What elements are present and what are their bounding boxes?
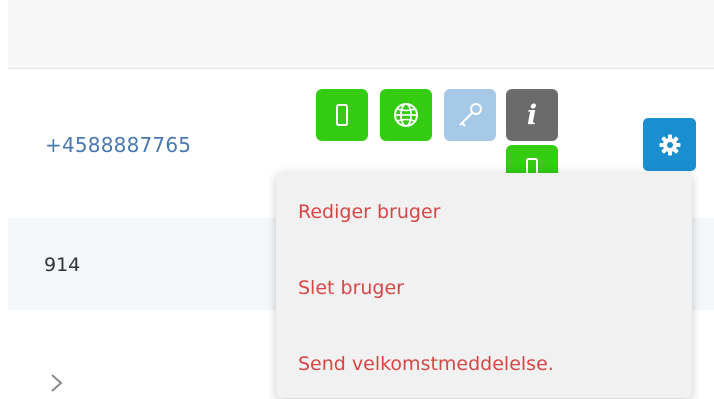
gear-icon: [659, 134, 680, 155]
key-status-button[interactable]: [444, 89, 496, 141]
user-actions-menu: Rediger bruger Slet bruger Send velkomst…: [276, 173, 692, 398]
mobile-phone-icon: [526, 158, 538, 175]
info-icon: i: [526, 99, 538, 131]
table-header-band: [8, 0, 714, 69]
mobile-status-button[interactable]: [316, 89, 368, 141]
globe-icon: [394, 103, 418, 127]
menu-item-delete-user[interactable]: Slet bruger: [298, 277, 404, 299]
menu-item-send-welcome[interactable]: Send velkomstmeddelelse.: [298, 353, 554, 375]
mobile-phone-icon: [336, 104, 348, 126]
user-id-value: 914: [44, 254, 81, 276]
menu-item-edit-user[interactable]: Rediger bruger: [298, 201, 440, 223]
phone-number-link[interactable]: +4588887765: [45, 133, 191, 157]
chevron-right-icon[interactable]: [46, 372, 68, 394]
key-icon: [459, 103, 482, 127]
web-status-button[interactable]: [380, 89, 432, 141]
info-button[interactable]: i: [506, 89, 558, 141]
settings-button[interactable]: [643, 118, 696, 171]
